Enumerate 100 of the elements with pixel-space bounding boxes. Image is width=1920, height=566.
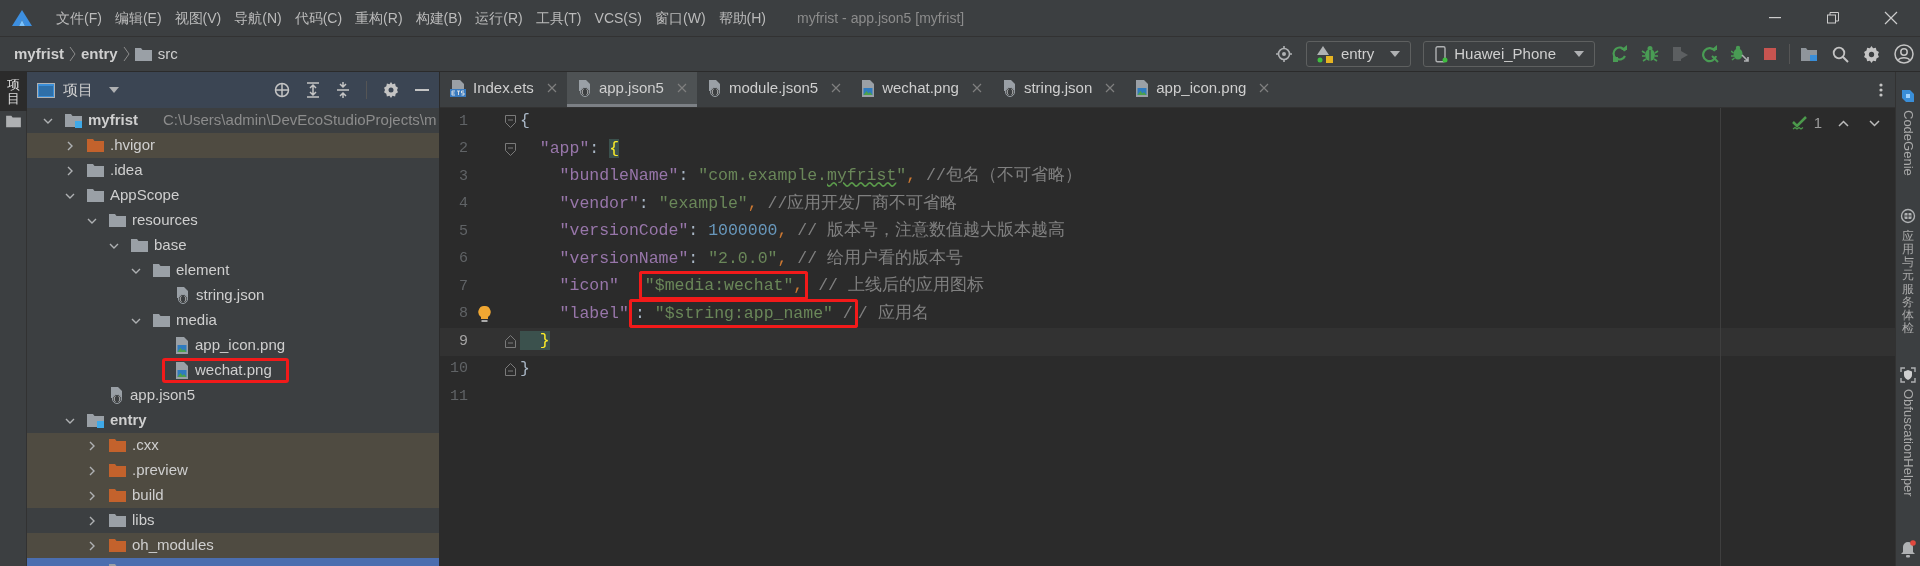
line-number: 5 bbox=[458, 221, 468, 242]
folder-icon bbox=[87, 138, 104, 153]
fold-icon[interactable] bbox=[505, 142, 516, 156]
tree-item[interactable]: base bbox=[27, 233, 439, 258]
tree-item[interactable]: app_icon.png bbox=[27, 333, 439, 358]
settings-icon[interactable] bbox=[1863, 45, 1880, 63]
tree-item[interactable]: oh_modules bbox=[27, 533, 439, 558]
run-icon[interactable] bbox=[1611, 45, 1629, 63]
menu-item[interactable]: 重构(R) bbox=[355, 7, 403, 29]
breadcrumb-item[interactable]: entry bbox=[81, 42, 118, 66]
code-line: "versionCode": 1000000, // 版本号，注意数值越大版本越高 bbox=[558, 219, 1065, 243]
chevron-right-icon[interactable] bbox=[65, 140, 75, 151]
side-tab[interactable]: CodeGenie bbox=[1898, 88, 1918, 176]
tree-item[interactable]: media bbox=[27, 308, 439, 333]
bug-attach-icon[interactable] bbox=[1731, 45, 1749, 63]
side-tab[interactable]: 项目 bbox=[0, 72, 27, 111]
editor-tab[interactable]: wechat.png bbox=[851, 72, 992, 107]
line-number: 3 bbox=[458, 166, 468, 187]
close-icon[interactable] bbox=[546, 83, 557, 93]
menu-item[interactable]: 编辑(E) bbox=[114, 7, 162, 29]
menu-item[interactable]: 工具(T) bbox=[535, 7, 582, 29]
line-number: 11 bbox=[449, 386, 468, 407]
window-title: myfrist - app.json5 [myfrist] bbox=[797, 8, 965, 28]
dropdown-caret-icon[interactable] bbox=[109, 87, 119, 93]
fold-icon[interactable] bbox=[505, 115, 516, 129]
tree-item[interactable]: element bbox=[27, 258, 439, 283]
code-line: { bbox=[520, 110, 530, 133]
more-icon[interactable] bbox=[1879, 82, 1883, 97]
folder-icon[interactable] bbox=[5, 114, 21, 128]
menu-item[interactable]: 导航(N) bbox=[234, 7, 282, 29]
inspection-check-icon[interactable] bbox=[1791, 115, 1808, 131]
next-icon[interactable] bbox=[1869, 119, 1880, 127]
tree-item[interactable]: build bbox=[27, 483, 439, 508]
editor-tab[interactable]: module.json5 bbox=[696, 72, 852, 107]
app-logo-icon bbox=[11, 9, 33, 27]
tree-item[interactable]: wechat.png bbox=[27, 358, 439, 383]
tree-item[interactable]: string.json bbox=[27, 283, 439, 308]
breadcrumb-separator-icon bbox=[69, 46, 77, 62]
bug-icon[interactable] bbox=[1641, 45, 1659, 63]
account-icon[interactable] bbox=[1894, 44, 1914, 64]
breadcrumb-item[interactable]: src bbox=[134, 42, 178, 66]
previous-icon[interactable] bbox=[1838, 119, 1849, 127]
menu-item[interactable]: 窗口(W) bbox=[655, 7, 706, 29]
editor-tab[interactable]: string.json bbox=[991, 72, 1126, 107]
line-number: 8 bbox=[458, 304, 468, 324]
device-dropdown[interactable]: Huawei_Phone bbox=[1423, 41, 1595, 67]
tree-item[interactable]: resources bbox=[27, 208, 439, 233]
lightbulb-icon[interactable] bbox=[478, 305, 491, 323]
editor-tab[interactable]: app.json5 bbox=[566, 72, 697, 107]
module-dropdown[interactable]: entry bbox=[1305, 41, 1412, 67]
tree-item[interactable]: libs bbox=[27, 508, 439, 533]
codegenie-icon bbox=[1900, 88, 1916, 104]
editor-tab[interactable]: Index.ets bbox=[440, 72, 567, 107]
menu-item[interactable]: 视图(V) bbox=[174, 7, 222, 29]
tree-item[interactable]: app.json5 bbox=[27, 383, 439, 408]
tree-item[interactable]: myfrist C:\Users\admin\DevEcoStudioProjects\m bbox=[27, 108, 439, 133]
menu-item[interactable]: 代码(C) bbox=[294, 7, 343, 29]
menu-item[interactable]: 帮助(H) bbox=[718, 7, 766, 29]
chevron-right-icon[interactable] bbox=[65, 165, 75, 176]
chevron-right-icon[interactable] bbox=[87, 490, 97, 501]
chevron-right-icon[interactable] bbox=[87, 515, 97, 526]
menu-item[interactable]: 文件(F) bbox=[56, 7, 102, 29]
close-icon[interactable] bbox=[831, 83, 842, 93]
fold-end-icon[interactable] bbox=[505, 362, 516, 376]
fold-end-icon[interactable] bbox=[505, 335, 516, 349]
breadcrumb-item[interactable]: myfrist bbox=[14, 42, 65, 66]
side-tab[interactable]: ObfuscationHelper bbox=[1898, 367, 1918, 497]
tree-item[interactable]: .cxx bbox=[27, 433, 439, 458]
collapse-all-icon[interactable] bbox=[336, 82, 350, 98]
close-icon[interactable] bbox=[1259, 83, 1270, 93]
rerun-icon[interactable] bbox=[1701, 45, 1719, 63]
editor-tab[interactable]: app_icon.png bbox=[1125, 72, 1280, 107]
close-icon[interactable] bbox=[971, 83, 982, 93]
code-line: "versionName": "2.0.0", // 给用户看的版本号 bbox=[558, 247, 963, 270]
tree-item[interactable]: .hvigor bbox=[27, 133, 439, 158]
folder-icon bbox=[153, 313, 170, 328]
inspection-count: 1 bbox=[1813, 113, 1822, 133]
expand-all-icon[interactable] bbox=[306, 82, 320, 98]
chevron-right-icon[interactable] bbox=[87, 540, 97, 551]
search-icon[interactable] bbox=[1832, 45, 1849, 63]
tree-item[interactable]: .idea bbox=[27, 158, 439, 183]
side-tab[interactable]: 应用与元服务体检 bbox=[1900, 207, 1916, 336]
project-structure-icon[interactable] bbox=[1800, 46, 1818, 62]
chevron-right-icon[interactable] bbox=[87, 465, 97, 476]
tree-item[interactable]: AppScope bbox=[27, 183, 439, 208]
chevron-right-icon[interactable] bbox=[87, 440, 97, 451]
locate-icon[interactable] bbox=[274, 82, 290, 98]
stop-icon[interactable] bbox=[1761, 45, 1779, 63]
bell-icon[interactable] bbox=[1900, 540, 1916, 558]
settings-icon[interactable] bbox=[383, 82, 399, 98]
menu-item[interactable]: 构建(B) bbox=[415, 7, 463, 29]
target-icon[interactable] bbox=[1275, 46, 1292, 62]
tree-item[interactable]: entry bbox=[27, 408, 439, 433]
code-line: } bbox=[520, 357, 530, 380]
module-folder-icon bbox=[65, 113, 82, 128]
menu-item[interactable]: 运行(R) bbox=[475, 7, 523, 29]
close-icon[interactable] bbox=[1105, 83, 1116, 93]
menu-item[interactable]: VCS(S) bbox=[594, 7, 642, 29]
tree-item[interactable]: .preview bbox=[27, 458, 439, 483]
folder-icon bbox=[109, 513, 126, 528]
